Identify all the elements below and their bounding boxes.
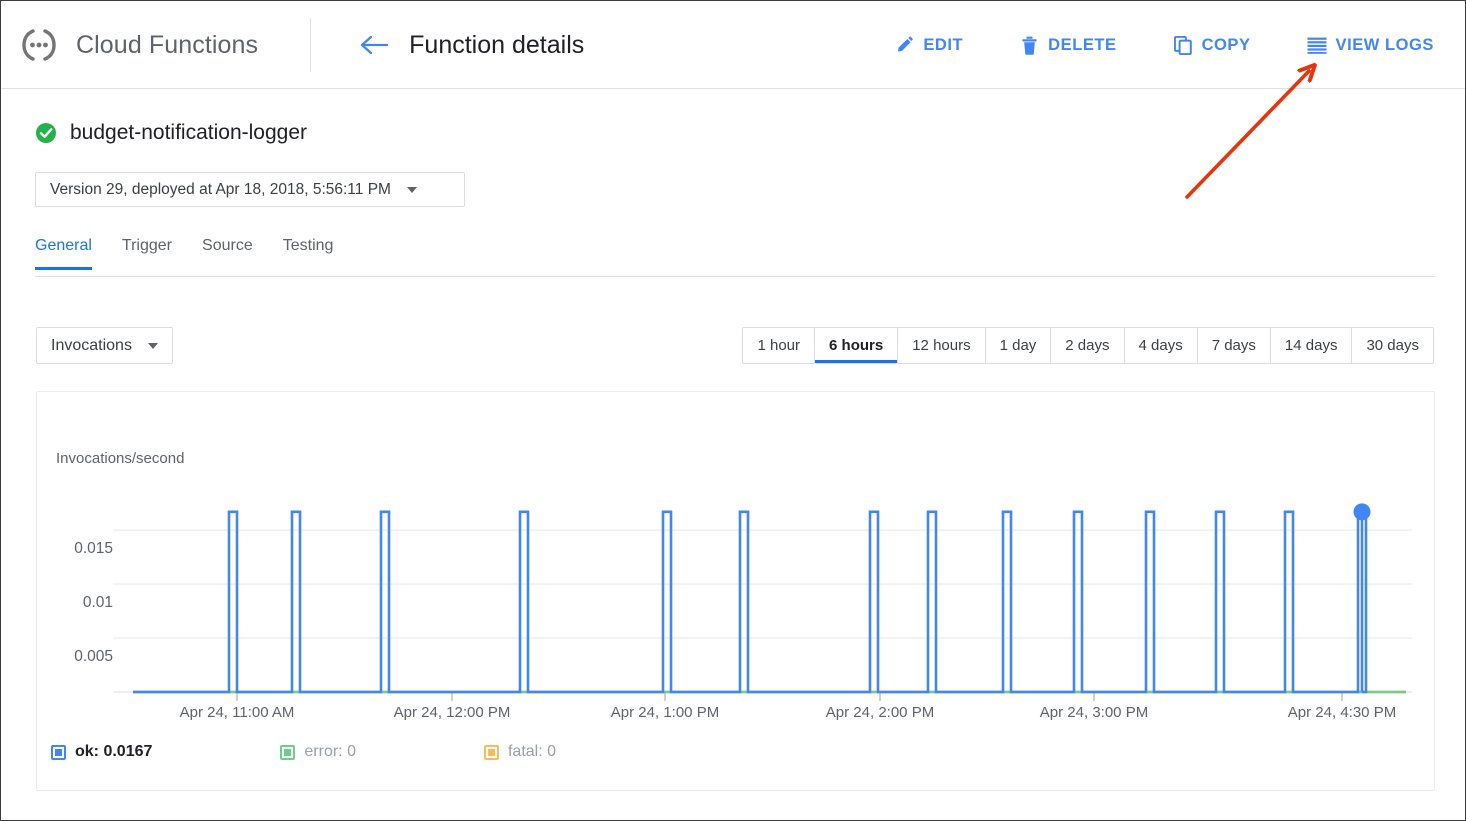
legend-label-ok: ok: 0.0167 [75, 743, 153, 760]
range-14-days[interactable]: 14 days [1270, 328, 1353, 363]
chart-x-tick-label: Apr 24, 4:30 PM [1287, 704, 1397, 721]
range-7-days[interactable]: 7 days [1197, 328, 1271, 363]
check-circle-icon [35, 122, 57, 144]
tab-testing[interactable]: Testing [268, 237, 349, 270]
view-logs-button-label: VIEW LOGS [1335, 35, 1434, 54]
cloud-functions-icon [16, 25, 62, 65]
delete-button-label: DELETE [1048, 35, 1117, 54]
header-actions: EDIT DELETE COPY VIEW LOGS [838, 35, 1465, 55]
brand-area[interactable]: Cloud Functions [2, 2, 258, 88]
back-arrow-icon[interactable] [357, 28, 391, 62]
range-1-day-label: 1 day [999, 337, 1037, 354]
version-select[interactable]: Version 29, deployed at Apr 18, 2018, 5:… [35, 172, 465, 207]
edit-button[interactable]: EDIT [894, 35, 963, 55]
metric-select[interactable]: Invocations [36, 327, 173, 364]
chart-y-tick-label: 0.015 [74, 540, 113, 558]
page-title: Function details [409, 30, 585, 59]
tab-trigger[interactable]: Trigger [107, 237, 187, 270]
range-7-days-label: 7 days [1211, 337, 1256, 354]
range-1-day[interactable]: 1 day [985, 328, 1052, 363]
chart-x-tick-label: Apr 24, 2:00 PM [825, 704, 935, 721]
legend-swatch-error [280, 744, 296, 760]
chevron-down-icon [147, 342, 158, 349]
range-2-days[interactable]: 2 days [1051, 328, 1125, 363]
copy-icon [1173, 35, 1193, 55]
range-1-hour-label: 1 hour [757, 337, 801, 354]
chart-x-tick-label: Apr 24, 11:00 AM [179, 704, 295, 721]
chart-y-tick-label: 0.01 [82, 594, 113, 612]
trash-icon [1019, 35, 1039, 55]
invocations-chart[interactable] [37, 392, 1434, 790]
range-6-hours-label: 6 hours [829, 337, 884, 354]
range-1-hour[interactable]: 1 hour [743, 328, 816, 363]
pencil-icon [894, 35, 914, 55]
edit-button-label: EDIT [923, 35, 964, 54]
range-30-days[interactable]: 30 days [1352, 328, 1433, 363]
chart-y-tick-label: 0.005 [74, 648, 113, 666]
range-30-days-label: 30 days [1366, 337, 1419, 354]
legend-item-fatal[interactable]: fatal: 0 [483, 743, 556, 761]
view-logs-button[interactable]: VIEW LOGS [1307, 35, 1434, 55]
brand-title: Cloud Functions [76, 30, 259, 59]
tab-source-label: Source [202, 237, 253, 254]
tab-testing-label: Testing [282, 237, 334, 254]
time-range-group: 1 hour 6 hours 12 hours 1 day 2 days 4 d… [742, 327, 1434, 364]
function-name-row: budget-notification-logger [35, 121, 307, 145]
legend-swatch-fatal [483, 744, 499, 760]
metric-select-value: Invocations [51, 336, 132, 354]
legend-item-ok[interactable]: ok: 0.0167 [51, 743, 152, 761]
range-6-hours[interactable]: 6 hours [815, 328, 899, 363]
range-2-days-label: 2 days [1065, 337, 1110, 354]
range-4-days[interactable]: 4 days [1124, 328, 1198, 363]
copy-button-label: COPY [1201, 35, 1251, 54]
legend-label-fatal: fatal: 0 [507, 743, 556, 760]
tab-trigger-label: Trigger [121, 237, 173, 254]
chevron-down-icon [406, 186, 417, 193]
tab-general-label: General [35, 237, 92, 254]
header-divider [310, 18, 312, 72]
chart-legend: ok: 0.0167 error: 0 fatal: 0 [51, 743, 684, 761]
logs-icon [1307, 35, 1327, 55]
delete-button[interactable]: DELETE [1019, 35, 1116, 55]
function-details-screen: Cloud Functions Function details EDIT DE… [0, 0, 1466, 821]
copy-button[interactable]: COPY [1173, 35, 1251, 55]
legend-item-error[interactable]: error: 0 [280, 743, 356, 761]
tab-source[interactable]: Source [187, 237, 268, 270]
function-name: budget-notification-logger [70, 121, 307, 144]
version-select-value: Version 29, deployed at Apr 18, 2018, 5:… [50, 180, 391, 198]
legend-label-error: error: 0 [304, 743, 356, 760]
range-12-hours[interactable]: 12 hours [898, 328, 986, 363]
range-12-hours-label: 12 hours [912, 337, 971, 354]
tab-general[interactable]: General [35, 237, 107, 270]
chart-x-tick-label: Apr 24, 3:00 PM [1039, 704, 1149, 721]
detail-tabs: General Trigger Source Testing [35, 237, 1435, 277]
range-4-days-label: 4 days [1138, 337, 1183, 354]
range-14-days-label: 14 days [1284, 337, 1338, 354]
chart-card: Invocations/second 0.005 0.01 0.015 Apr 24… [36, 391, 1435, 791]
chart-x-tick-label: Apr 24, 12:00 PM [393, 704, 511, 721]
app-header: Cloud Functions Function details EDIT DE… [2, 2, 1465, 89]
chart-x-tick-label: Apr 24, 1:00 PM [610, 704, 720, 721]
legend-swatch-ok [51, 744, 66, 760]
